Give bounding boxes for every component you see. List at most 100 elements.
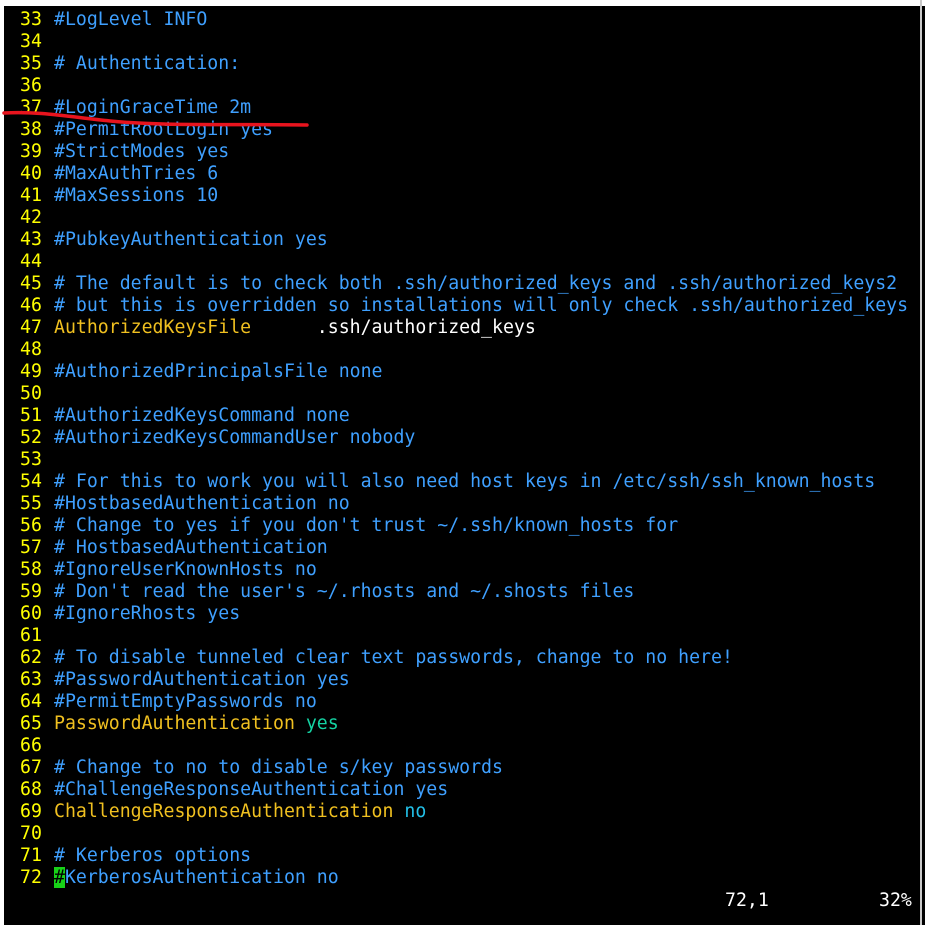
text-segment: # Change to no to disable s/key password… xyxy=(54,757,503,778)
line-content: #PermitEmptyPasswords no xyxy=(54,691,317,713)
text-cursor: # xyxy=(54,867,65,888)
line-number: 70 xyxy=(20,823,42,844)
line-number: 57 xyxy=(20,537,42,558)
text-segment: # For this to work you will also need ho… xyxy=(54,471,876,492)
text-segment: #AuthorizedPrincipalsFile none xyxy=(54,361,383,382)
line-number: 36 xyxy=(20,75,42,96)
text-segment: # To disable tunneled clear text passwor… xyxy=(54,647,733,668)
text-segment: .ssh/authorized_keys xyxy=(251,317,536,338)
text-segment: #HostbasedAuthentication no xyxy=(54,493,350,514)
terminal-window[interactable]: 33 #LogLevel INFO 34 35 # Authentication: 36 3… xyxy=(4,6,925,925)
line-content: #LogLevel INFO xyxy=(54,9,207,31)
line-number: 66 xyxy=(20,735,42,756)
line-number: 47 xyxy=(20,317,42,338)
line-number: 39 xyxy=(20,141,42,162)
text-segment: #AuthorizedKeysCommand none xyxy=(54,405,350,426)
text-segment: #ChallengeResponseAuthentication yes xyxy=(54,779,449,800)
text-segment: AuthorizedKeysFile xyxy=(54,317,252,338)
text-segment: # Authentication: xyxy=(54,53,241,74)
text-segment: #PermitRootLogin yes xyxy=(54,119,273,140)
text-segment: #MaxAuthTries 6 xyxy=(54,163,219,184)
line-content: #KerberosAuthentication no xyxy=(54,867,339,889)
line-number: 53 xyxy=(20,449,42,470)
line-number: 64 xyxy=(20,691,42,712)
line-number: 61 xyxy=(20,625,42,646)
line-content: #PasswordAuthentication yes xyxy=(54,669,350,691)
line-number: 72 xyxy=(20,867,42,888)
line-number: 33 xyxy=(20,9,42,30)
text-segment: yes xyxy=(294,713,339,734)
line-number: 71 xyxy=(20,845,42,866)
line-content: # but this is overridden so installation… xyxy=(54,295,908,317)
line-number: 43 xyxy=(20,229,42,250)
text-segment: ChallengeResponseAuthentication xyxy=(54,801,394,822)
line-number: 42 xyxy=(20,207,42,228)
line-number: 65 xyxy=(20,713,42,734)
line-number: 56 xyxy=(20,515,42,536)
text-segment: #StrictModes yes xyxy=(54,141,230,162)
text-segment: #PermitEmptyPasswords no xyxy=(54,691,317,712)
line-number: 40 xyxy=(20,163,42,184)
line-number: 68 xyxy=(20,779,42,800)
line-content: # The default is to check both .ssh/auth… xyxy=(54,273,897,295)
line-number: 34 xyxy=(20,31,42,52)
line-content: AuthorizedKeysFile .ssh/authorized_keys xyxy=(54,317,536,339)
line-number: 46 xyxy=(20,295,42,316)
line-content: #IgnoreUserKnownHosts no xyxy=(54,559,317,581)
text-segment: # but this is overridden so installation… xyxy=(54,295,909,316)
line-number: 45 xyxy=(20,273,42,294)
line-content: #PubkeyAuthentication yes xyxy=(54,229,328,251)
line-number: 67 xyxy=(20,757,42,778)
line-number: 55 xyxy=(20,493,42,514)
line-content: #IgnoreRhosts yes xyxy=(54,603,240,625)
line-content: # Authentication: xyxy=(54,53,240,75)
line-number: 38 xyxy=(20,119,42,140)
line-number: 41 xyxy=(20,185,42,206)
line-content: #ChallengeResponseAuthentication yes xyxy=(54,779,448,801)
line-content: # Don't read the user's ~/.rhosts and ~/… xyxy=(54,581,634,603)
text-segment: #IgnoreUserKnownHosts no xyxy=(54,559,317,580)
text-segment: #LogLevel INFO xyxy=(54,9,208,30)
line-number: 48 xyxy=(20,339,42,360)
line-number: 54 xyxy=(20,471,42,492)
line-content: #StrictModes yes xyxy=(54,141,229,163)
line-number: 49 xyxy=(20,361,42,382)
text-segment: KerberosAuthentication no xyxy=(64,867,339,888)
line-content: #AuthorizedKeysCommandUser nobody xyxy=(54,427,415,449)
line-content: # Change to no to disable s/key password… xyxy=(54,757,503,779)
line-number: 58 xyxy=(20,559,42,580)
line-number: 60 xyxy=(20,603,42,624)
text-segment: #AuthorizedKeysCommandUser nobody xyxy=(54,427,416,448)
line-number: 63 xyxy=(20,669,42,690)
line-content: #HostbasedAuthentication no xyxy=(54,493,350,515)
line-content: PasswordAuthentication yes xyxy=(54,713,339,735)
line-number: 59 xyxy=(20,581,42,602)
text-segment: #PasswordAuthentication yes xyxy=(54,669,350,690)
text-segment: # The default is to check both .ssh/auth… xyxy=(54,273,898,294)
line-content: # To disable tunneled clear text passwor… xyxy=(54,647,733,669)
text-segment: PasswordAuthentication xyxy=(54,713,295,734)
text-segment: #PubkeyAuthentication yes xyxy=(54,229,328,250)
line-number: 37 xyxy=(20,97,42,118)
line-content: # Change to yes if you don't trust ~/.ss… xyxy=(54,515,678,537)
line-number: 35 xyxy=(20,53,42,74)
line-content: #MaxAuthTries 6 xyxy=(54,163,218,185)
text-segment: #MaxSessions 10 xyxy=(54,185,219,206)
line-number: 51 xyxy=(20,405,42,426)
line-content: #PermitRootLogin yes xyxy=(54,119,273,141)
text-segment: # HostbasedAuthentication xyxy=(54,537,328,558)
line-content: #AuthorizedKeysCommand none xyxy=(54,405,350,427)
line-content: #LoginGraceTime 2m xyxy=(54,97,251,119)
text-segment: # Don't read the user's ~/.rhosts and ~/… xyxy=(54,581,635,602)
line-content: # Kerberos options xyxy=(54,845,251,867)
line-number: 44 xyxy=(20,251,42,272)
line-number: 52 xyxy=(20,427,42,448)
text-segment: # Change to yes if you don't trust ~/.ss… xyxy=(54,515,679,536)
text-segment: # Kerberos options xyxy=(54,845,252,866)
scroll-percent: 32% xyxy=(879,890,912,911)
line-content: # HostbasedAuthentication xyxy=(54,537,328,559)
text-segment: #IgnoreRhosts yes xyxy=(54,603,241,624)
line-number: 69 xyxy=(20,801,42,822)
line-content: #AuthorizedPrincipalsFile none xyxy=(54,361,383,383)
cursor-position: 72,1 xyxy=(725,890,769,911)
